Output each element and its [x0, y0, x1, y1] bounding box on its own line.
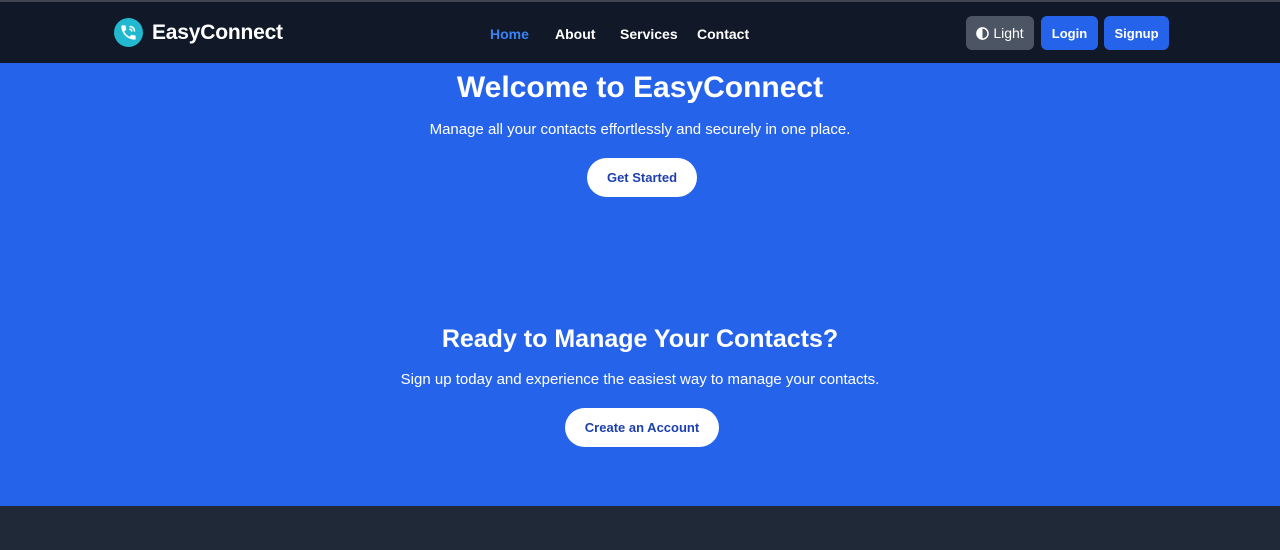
nav-link-about[interactable]: About — [555, 26, 595, 42]
hero-section: Welcome to EasyConnect Manage all your c… — [0, 63, 1280, 506]
nav-link-contact[interactable]: Contact — [697, 26, 749, 42]
get-started-button[interactable]: Get Started — [587, 158, 697, 197]
create-account-button[interactable]: Create an Account — [565, 408, 719, 447]
nav-link-services[interactable]: Services — [620, 26, 678, 42]
contrast-icon — [976, 26, 990, 40]
hero-subtitle: Manage all your contacts effortlessly an… — [429, 121, 851, 138]
cta-title: Ready to Manage Your Contacts? — [441, 325, 839, 353]
theme-toggle-button[interactable]: Light — [966, 16, 1034, 50]
nav-link-home[interactable]: Home — [490, 26, 529, 42]
cta-subtitle: Sign up today and experience the easiest… — [400, 371, 880, 388]
signup-button[interactable]: Signup — [1104, 16, 1169, 50]
navbar: EasyConnect Home About Services Contact … — [0, 2, 1280, 63]
footer — [0, 506, 1280, 550]
theme-toggle-label: Light — [993, 25, 1024, 41]
login-button[interactable]: Login — [1041, 16, 1098, 50]
hero-title: Welcome to EasyConnect — [456, 71, 824, 104]
